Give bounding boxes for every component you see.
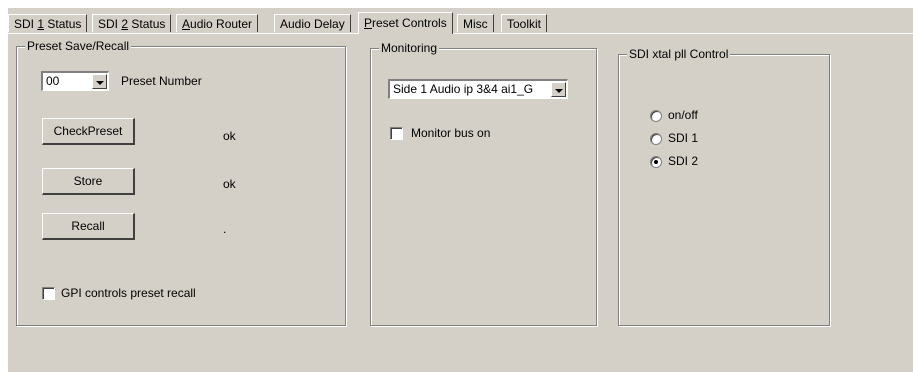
chevron-down-icon[interactable] [551, 82, 566, 97]
monitoring-group: Monitoring Side 1 Audio ip 3&4 ai1_G Mon… [370, 41, 597, 326]
monitor-bus-label: Monitor bus on [411, 126, 491, 140]
tab-sdi1-status[interactable]: SDI 1 Status [8, 14, 88, 32]
preset-number-value: 00 [46, 74, 60, 88]
preset-save-recall-group: Preset Save/Recall 00 Preset Number Chec… [16, 39, 346, 326]
tab-audio-delay[interactable]: Audio Delay [274, 14, 351, 32]
sdi-xtal-pll-group: SDI xtal pll Control on/off SDI 1 SDI 2 [618, 47, 830, 326]
xtal-group-title: SDI xtal pll Control [627, 47, 731, 61]
tab-misc[interactable]: Misc [457, 14, 494, 32]
check-preset-status: ok [223, 129, 236, 143]
store-status: ok [223, 177, 236, 191]
chevron-down-icon[interactable] [92, 74, 107, 89]
tab-panel-edge [8, 33, 913, 34]
monitoring-source-select[interactable]: Side 1 Audio ip 3&4 ai1_G [388, 79, 568, 99]
radio-sdi1-label: SDI 1 [668, 131, 699, 145]
gpi-controls-checkbox[interactable] [42, 287, 55, 300]
tab-sdi2-status[interactable]: SDI 2 Status [92, 14, 172, 32]
preset-number-label: Preset Number [121, 74, 202, 88]
tab-preset-controls[interactable]: Preset Controls [358, 12, 453, 35]
recall-button[interactable]: Recall [42, 213, 135, 240]
radio-on-off[interactable] [650, 110, 662, 122]
monitor-bus-checkbox[interactable] [390, 127, 403, 140]
tab-audio-router[interactable]: Audio Router [176, 14, 259, 32]
monitoring-group-title: Monitoring [379, 41, 440, 55]
window: SDI 1 Status SDI 2 Status Audio Router A… [8, 8, 913, 372]
preset-group-title: Preset Save/Recall [25, 39, 132, 53]
radio-sdi2-label: SDI 2 [668, 154, 699, 168]
radio-sdi1[interactable] [650, 133, 662, 145]
monitoring-source-value: Side 1 Audio ip 3&4 ai1_G [393, 82, 534, 96]
radio-sdi2[interactable] [650, 156, 662, 168]
tab-toolkit[interactable]: Toolkit [501, 14, 548, 32]
gpi-controls-label: GPI controls preset recall [61, 286, 196, 300]
radio-on-off-label: on/off [668, 108, 698, 122]
check-preset-button[interactable]: CheckPreset [42, 118, 135, 145]
store-button[interactable]: Store [42, 168, 135, 195]
recall-status: . [223, 222, 227, 236]
preset-number-select[interactable]: 00 [41, 71, 109, 91]
